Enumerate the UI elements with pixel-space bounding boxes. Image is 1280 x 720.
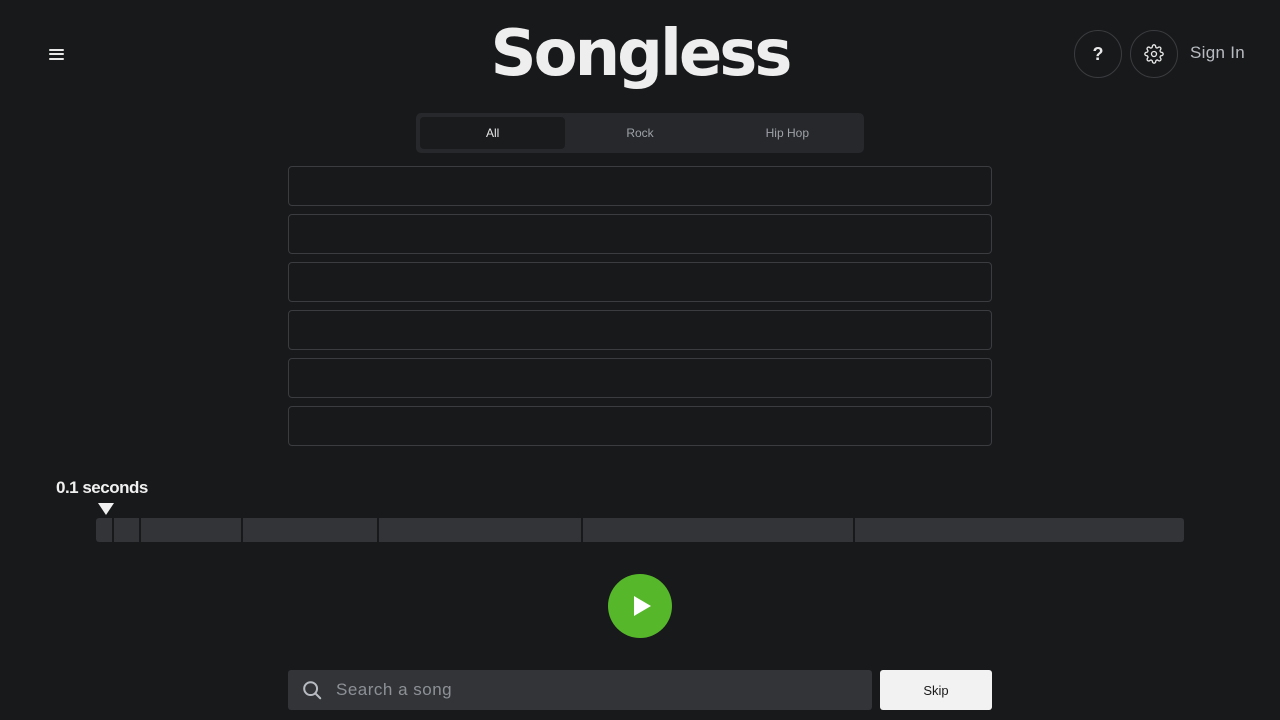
help-button[interactable]: ? (1074, 30, 1122, 78)
timeline-divider (139, 518, 141, 542)
play-button[interactable] (608, 574, 672, 638)
guess-slot-4 (288, 310, 992, 350)
search-icon (288, 670, 336, 710)
timeline-divider (241, 518, 243, 542)
duration-label: 0.1 seconds (56, 478, 148, 497)
timeline-divider (853, 518, 855, 542)
tab-rock[interactable]: Rock (567, 117, 712, 149)
play-icon (633, 596, 651, 616)
playhead-marker-icon (98, 503, 114, 515)
app-root: Songless ? Sign In All Rock Hip Hop 0.1 … (0, 0, 1280, 720)
timeline-divider (112, 518, 114, 542)
gear-icon (1144, 44, 1164, 64)
search-input[interactable] (336, 670, 872, 710)
skip-button[interactable]: Skip (880, 670, 992, 710)
guess-slot-2 (288, 214, 992, 254)
guess-slot-3 (288, 262, 992, 302)
sign-in-link[interactable]: Sign In (1190, 43, 1245, 63)
snippet-timeline (96, 518, 1184, 542)
timeline-divider (581, 518, 583, 542)
settings-button[interactable] (1130, 30, 1178, 78)
help-icon: ? (1092, 43, 1104, 64)
guess-slot-5 (288, 358, 992, 398)
tab-all[interactable]: All (420, 117, 566, 149)
guess-slot-6 (288, 406, 992, 446)
timeline-divider (377, 518, 379, 542)
genre-tabs: All Rock Hip Hop (416, 113, 864, 153)
search-bar (288, 670, 872, 710)
guess-slot-1 (288, 166, 992, 206)
guess-list (288, 166, 992, 454)
tab-hip-hop[interactable]: Hip Hop (715, 117, 860, 149)
